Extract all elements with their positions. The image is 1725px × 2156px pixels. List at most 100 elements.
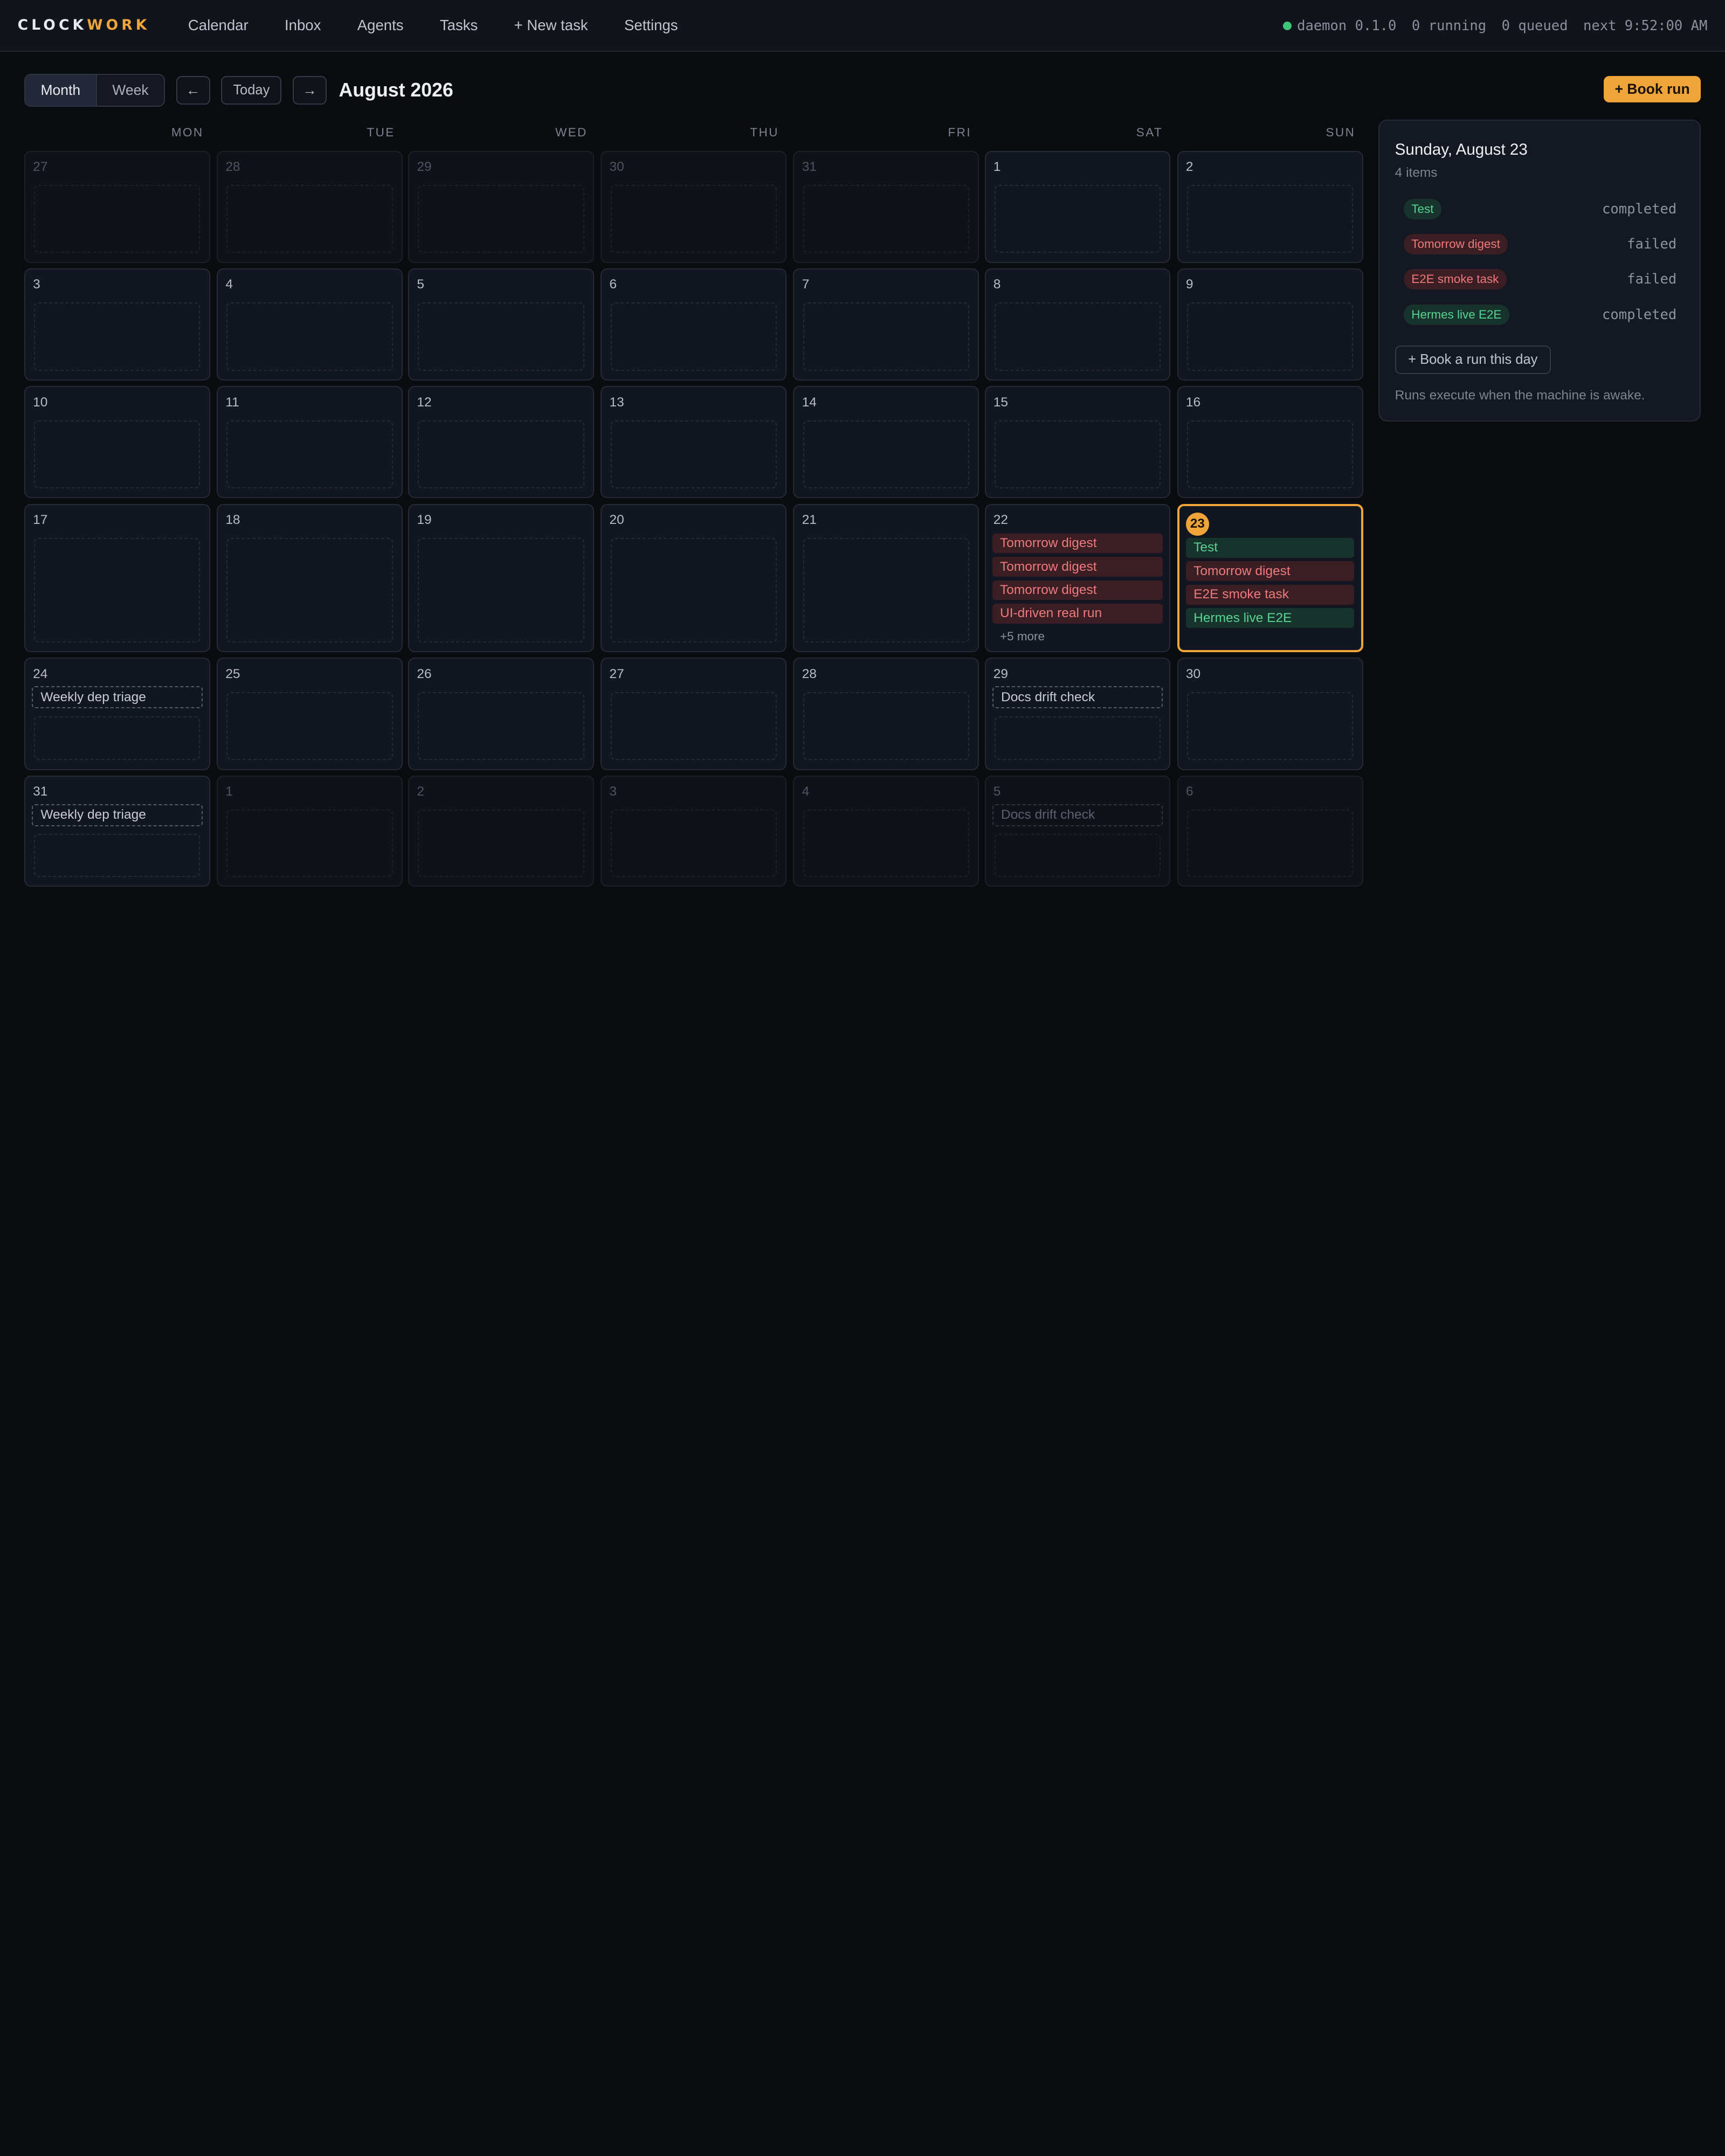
day-number: 30 bbox=[609, 159, 624, 174]
day-number: 17 bbox=[33, 512, 48, 527]
event-pill-completed[interactable]: Test bbox=[1185, 537, 1355, 558]
day-number: 2 bbox=[417, 784, 425, 799]
nav-settings[interactable]: Settings bbox=[606, 17, 696, 34]
day-number: 8 bbox=[993, 277, 1001, 292]
event-pill-scheduled[interactable]: Weekly dep triage bbox=[32, 804, 203, 826]
day-cell[interactable]: 4 bbox=[793, 775, 979, 887]
event-pill-scheduled[interactable]: Weekly dep triage bbox=[32, 686, 203, 709]
event-pill-scheduled[interactable]: Docs drift check bbox=[992, 686, 1163, 709]
event-pill-failed[interactable]: Tomorrow digest bbox=[992, 580, 1163, 600]
day-cell[interactable]: 29 Docs drift check bbox=[984, 658, 1171, 770]
day-cell[interactable]: 29 bbox=[408, 150, 595, 263]
day-number: 27 bbox=[33, 159, 48, 174]
book-day-button[interactable]: + Book a run this day bbox=[1395, 345, 1551, 374]
day-cell[interactable]: 25 bbox=[217, 658, 403, 770]
day-cell[interactable]: 31 bbox=[793, 150, 979, 263]
day-cell[interactable]: 30 bbox=[601, 150, 787, 263]
panel-run-row[interactable]: E2E smoke task failed bbox=[1404, 268, 1676, 291]
nav-inbox[interactable]: Inbox bbox=[266, 17, 339, 34]
empty-slot bbox=[610, 302, 777, 371]
day-cell[interactable]: 28 bbox=[793, 658, 979, 770]
day-cell[interactable]: 24 Weekly dep triage bbox=[24, 658, 210, 770]
day-number: 3 bbox=[33, 277, 40, 292]
day-cell[interactable]: 2 bbox=[1177, 150, 1363, 263]
day-cell[interactable]: 15 bbox=[984, 386, 1171, 499]
day-cell[interactable]: 13 bbox=[601, 386, 787, 499]
empty-slot bbox=[994, 302, 1161, 371]
day-cell[interactable]: 16 bbox=[1177, 386, 1363, 499]
day-cell[interactable]: 6 bbox=[1177, 775, 1363, 887]
day-cell-selected[interactable]: 23 Test Tomorrow digest E2E smoke task Herme… bbox=[1177, 503, 1363, 653]
empty-slot bbox=[1186, 692, 1354, 761]
day-cell[interactable]: 19 bbox=[408, 503, 595, 653]
day-number: 23 bbox=[1185, 512, 1209, 536]
nav-calendar[interactable]: Calendar bbox=[170, 17, 266, 34]
day-cell[interactable]: 22 Tomorrow digest Tomorrow digest Tomorrow… bbox=[984, 503, 1171, 653]
day-number: 19 bbox=[417, 512, 432, 527]
day-cell[interactable]: 17 bbox=[24, 503, 210, 653]
empty-slot bbox=[803, 420, 969, 489]
day-cell[interactable]: 6 bbox=[601, 268, 787, 381]
day-cell[interactable]: 31 Weekly dep triage bbox=[24, 775, 210, 887]
event-pill-failed[interactable]: Tomorrow digest bbox=[992, 533, 1163, 554]
prev-month-button[interactable]: ← bbox=[176, 75, 210, 105]
nav-new-task[interactable]: + New task bbox=[496, 17, 606, 34]
logo-work: WORK bbox=[87, 17, 150, 34]
view-switch: Month Week bbox=[24, 73, 165, 107]
day-cell[interactable]: 26 bbox=[408, 658, 595, 770]
day-cell[interactable]: 7 bbox=[793, 268, 979, 381]
day-cell[interactable]: 10 bbox=[24, 386, 210, 499]
day-number: 5 bbox=[417, 277, 425, 292]
day-cell[interactable]: 14 bbox=[793, 386, 979, 499]
event-pill-completed[interactable]: Hermes live E2E bbox=[1185, 608, 1355, 628]
nav-agents[interactable]: Agents bbox=[339, 17, 422, 34]
day-cell[interactable]: 2 bbox=[408, 775, 595, 887]
event-pill-failed[interactable]: E2E smoke task bbox=[1185, 584, 1355, 605]
next-run: next 9:52:00 AM bbox=[1583, 17, 1708, 34]
day-cell[interactable]: 4 bbox=[217, 268, 403, 381]
day-cell[interactable]: 20 bbox=[601, 503, 787, 653]
weekday-header: SUN bbox=[1326, 125, 1356, 139]
panel-run-row[interactable]: Hermes live E2E completed bbox=[1404, 303, 1676, 326]
day-cell[interactable]: 5 Docs drift check bbox=[984, 775, 1171, 887]
day-number: 6 bbox=[1185, 784, 1193, 799]
run-status: completed bbox=[1602, 201, 1677, 217]
day-cell[interactable]: 1 bbox=[217, 775, 403, 887]
panel-run-row[interactable]: Test completed bbox=[1404, 198, 1676, 220]
day-cell[interactable]: 12 bbox=[408, 386, 595, 499]
view-week-button[interactable]: Week bbox=[96, 74, 164, 106]
nav-tasks[interactable]: Tasks bbox=[422, 17, 496, 34]
calendar-toolbar: Month Week ← Today → August 2026 + Book … bbox=[24, 73, 1701, 107]
empty-slot bbox=[610, 809, 777, 877]
day-cell[interactable]: 8 bbox=[984, 268, 1171, 381]
event-pill-failed[interactable]: Tomorrow digest bbox=[992, 557, 1163, 577]
next-month-button[interactable]: → bbox=[292, 75, 327, 105]
day-cell[interactable]: 3 bbox=[24, 268, 210, 381]
view-month-button[interactable]: Month bbox=[25, 74, 97, 106]
day-cell[interactable]: 27 bbox=[601, 658, 787, 770]
day-cell[interactable]: 1 bbox=[984, 150, 1171, 263]
today-button[interactable]: Today bbox=[221, 75, 282, 105]
day-cell[interactable]: 3 bbox=[601, 775, 787, 887]
day-number: 4 bbox=[802, 784, 810, 799]
day-number: 1 bbox=[993, 159, 1001, 174]
book-run-button[interactable]: + Book run bbox=[1604, 75, 1701, 102]
event-pill-failed[interactable]: Tomorrow digest bbox=[1185, 561, 1355, 582]
day-cell[interactable]: 27 bbox=[24, 150, 210, 263]
day-cell[interactable]: 21 bbox=[793, 503, 979, 653]
more-events-link[interactable]: +5 more bbox=[1000, 630, 1045, 644]
panel-run-row[interactable]: Tomorrow digest failed bbox=[1404, 233, 1676, 255]
day-cell[interactable]: 11 bbox=[217, 386, 403, 499]
day-cell[interactable]: 9 bbox=[1177, 268, 1363, 381]
day-cell[interactable]: 28 bbox=[217, 150, 403, 263]
daemon-status: daemon 0.1.0 0 running 0 queued next 9:5… bbox=[1282, 0, 1708, 52]
empty-slot bbox=[1186, 809, 1354, 877]
day-cell[interactable]: 5 bbox=[408, 268, 595, 381]
event-pill-scheduled[interactable]: Docs drift check bbox=[992, 804, 1163, 826]
day-cell[interactable]: 18 bbox=[217, 503, 403, 653]
logo[interactable]: CLOCKWORK bbox=[18, 17, 150, 33]
empty-slot bbox=[34, 537, 201, 642]
day-cell[interactable]: 30 bbox=[1177, 658, 1363, 770]
empty-slot bbox=[34, 302, 201, 371]
event-pill-failed[interactable]: UI-driven real run bbox=[992, 604, 1163, 624]
